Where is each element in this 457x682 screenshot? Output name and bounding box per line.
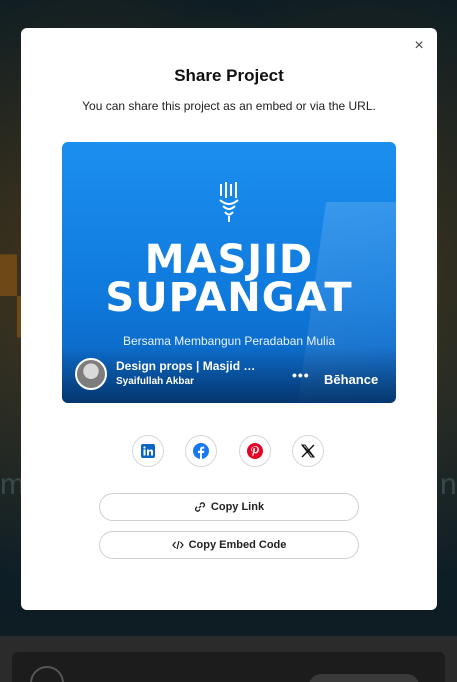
facebook-share-button[interactable] [185,435,217,467]
copy-embed-label: Copy Embed Code [188,539,287,551]
pinterest-icon [247,443,263,459]
project-title[interactable]: Design props | Masjid … [116,359,286,373]
behance-logo: Bēhance [324,372,379,387]
author-avatar[interactable] [75,358,107,390]
backdrop-button [309,674,419,682]
author-name[interactable]: Syaifullah Akbar [116,376,194,387]
facebook-icon [193,443,209,459]
backdrop-decoration: n [440,468,457,501]
backdrop-avatar [30,666,64,682]
modal-subtitle: You can share this project as an embed o… [82,99,376,113]
preview-headline-1: MASJID [144,237,314,283]
linkedin-icon [141,444,155,458]
close-icon[interactable]: × [411,38,427,54]
more-options-icon[interactable]: ••• [292,367,310,383]
copy-link-button[interactable]: Copy Link [99,493,359,521]
copy-embed-code-button[interactable]: Copy Embed Code [99,531,359,559]
project-preview-card[interactable]: MASJID SUPANGAT Bersama Membangun Perada… [62,142,396,403]
backdrop-card [12,652,445,682]
masjid-logo-icon [219,182,239,222]
preview-headline-2: SUPANGAT [105,275,353,321]
pinterest-share-button[interactable] [239,435,271,467]
preview-tagline: Bersama Membangun Peradaban Mulia [122,334,336,348]
x-icon [301,444,315,458]
code-icon [171,540,184,550]
share-modal: × Share Project You can share this proje… [21,28,437,610]
copy-link-label: Copy Link [210,501,265,513]
link-icon [194,502,205,512]
modal-title: Share Project [174,66,284,85]
x-share-button[interactable] [292,435,324,467]
linkedin-share-button[interactable] [132,435,164,467]
